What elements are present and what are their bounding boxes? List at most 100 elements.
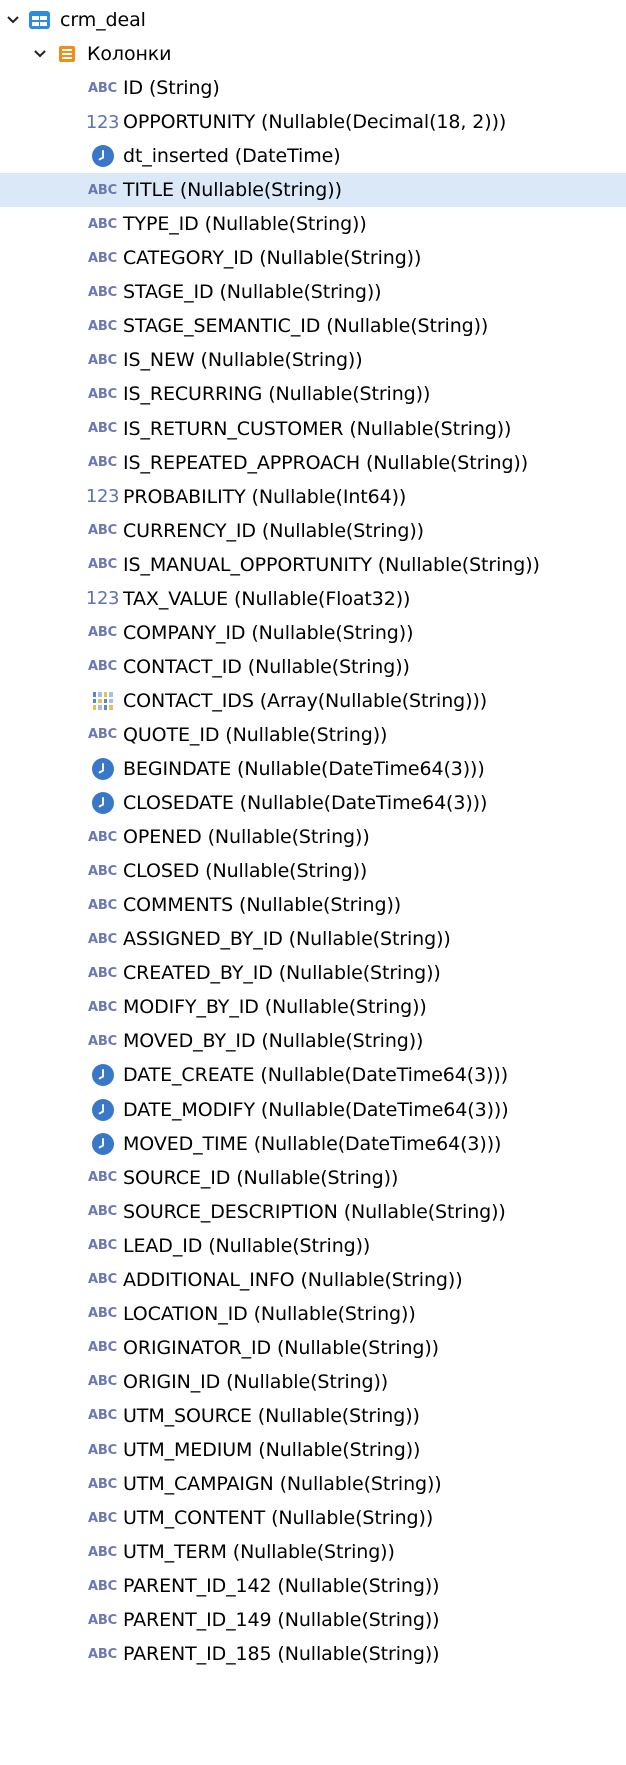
column-row[interactable]: ABC STAGE_SEMANTIC_ID (Nullable(String)) [0,309,626,343]
column-label: SOURCE_DESCRIPTION (Nullable(String)) [123,1200,506,1223]
column-row[interactable]: ABC STAGE_ID (Nullable(String)) [0,275,626,309]
column-label: UTM_CONTENT (Nullable(String)) [123,1507,434,1530]
column-row[interactable]: ABC CREATED_BY_ID (Nullable(String)) [0,956,626,990]
column-label: IS_RETURN_CUSTOMER (Nullable(String)) [123,417,512,440]
columns-folder-icon [53,42,80,66]
column-label: ORIGINATOR_ID (Nullable(String)) [123,1336,439,1359]
column-label: CLOSED (Nullable(String)) [123,860,368,883]
column-label: dt_inserted (DateTime) [123,145,341,168]
string-icon: ABC [88,1170,117,1186]
column-label: ASSIGNED_BY_ID (Nullable(String)) [123,928,451,951]
column-row[interactable]: ABC OPENED (Nullable(String)) [0,820,626,854]
string-icon: ABC [88,1612,117,1628]
column-row[interactable]: ABC IS_NEW (Nullable(String)) [0,343,626,377]
column-row[interactable]: ABC MOVED_BY_ID (Nullable(String)) [0,1024,626,1058]
column-row[interactable]: CLOSEDATE (Nullable(DateTime64(3))) [0,786,626,820]
column-row[interactable]: ABC IS_RECURRING (Nullable(String)) [0,377,626,411]
column-row[interactable]: MOVED_TIME (Nullable(DateTime64(3))) [0,1127,626,1161]
column-row[interactable]: ABC TYPE_ID (Nullable(String)) [0,207,626,241]
column-row[interactable]: ABC ORIGINATOR_ID (Nullable(String)) [0,1331,626,1365]
column-row[interactable]: 123 TAX_VALUE (Nullable(Float32)) [0,582,626,616]
column-label: ADDITIONAL_INFO (Nullable(String)) [123,1268,463,1291]
column-row[interactable]: ABC UTM_CAMPAIGN (Nullable(String)) [0,1467,626,1501]
string-icon: ABC [88,1544,117,1560]
column-row[interactable]: ABC CATEGORY_ID (Nullable(String)) [0,241,626,275]
column-label: UTM_SOURCE (Nullable(String)) [123,1404,420,1427]
string-icon: ABC [88,1442,117,1458]
datetime-icon [89,1098,116,1122]
column-row[interactable]: ABC TITLE (Nullable(String)) [0,173,626,208]
string-icon: ABC [88,284,117,300]
column-row[interactable]: ABC ADDITIONAL_INFO (Nullable(String)) [0,1263,626,1297]
column-row[interactable]: ABC IS_RETURN_CUSTOMER (Nullable(String)) [0,412,626,446]
string-icon: ABC [88,557,117,573]
column-row[interactable]: ABC LOCATION_ID (Nullable(String)) [0,1297,626,1331]
column-row[interactable]: ABC SOURCE_ID (Nullable(String)) [0,1161,626,1195]
string-icon: ABC [88,1510,117,1526]
column-row[interactable]: ABC CURRENCY_ID (Nullable(String)) [0,514,626,548]
column-row[interactable]: DATE_MODIFY (Nullable(DateTime64(3))) [0,1093,626,1127]
string-icon: ABC [88,1204,117,1220]
column-label: CLOSEDATE (Nullable(DateTime64(3))) [123,792,488,815]
column-label: UTM_CAMPAIGN (Nullable(String)) [123,1473,442,1496]
tree-node-crm-deal[interactable]: crm_deal [0,3,626,37]
chevron-down-icon[interactable] [31,45,49,63]
column-label: ID (String) [123,77,220,99]
column-label: MOVED_TIME (Nullable(DateTime64(3))) [123,1132,502,1155]
string-icon: ABC [88,727,117,743]
column-row[interactable]: ABC PARENT_ID_149 (Nullable(String)) [0,1603,626,1637]
column-row[interactable]: ABC UTM_MEDIUM (Nullable(String)) [0,1433,626,1467]
column-row[interactable]: ABC ORIGIN_ID (Nullable(String)) [0,1365,626,1399]
tree-node-columns-folder[interactable]: Колонки [0,37,626,71]
table-icon [26,8,53,32]
column-row[interactable]: ABC UTM_CONTENT (Nullable(String)) [0,1501,626,1535]
column-row[interactable]: ABC PARENT_ID_142 (Nullable(String)) [0,1569,626,1603]
column-row[interactable]: ABC ASSIGNED_BY_ID (Nullable(String)) [0,922,626,956]
column-label: COMMENTS (Nullable(String)) [123,894,402,917]
string-icon: ABC [88,1340,117,1356]
column-label: OPENED (Nullable(String)) [123,826,370,849]
column-row[interactable]: ABC CONTACT_ID (Nullable(String)) [0,650,626,684]
column-row[interactable]: ABC COMMENTS (Nullable(String)) [0,888,626,922]
string-icon: ABC [88,250,117,266]
chevron-down-icon[interactable] [4,11,22,29]
column-label: UTM_TERM (Nullable(String)) [123,1541,395,1564]
column-label: BEGINDATE (Nullable(DateTime64(3))) [123,758,485,780]
string-icon: ABC [88,897,117,913]
column-row[interactable]: CONTACT_IDS (Array(Nullable(String))) [0,684,626,718]
string-icon: ABC [88,999,117,1015]
column-row[interactable]: ABC IS_MANUAL_OPPORTUNITY (Nullable(Strin… [0,548,626,582]
column-row[interactable]: ABC QUOTE_ID (Nullable(String)) [0,718,626,752]
column-label: CURRENCY_ID (Nullable(String)) [123,519,424,542]
column-row[interactable]: 123 OPPORTUNITY (Nullable(Decimal(18, 2))… [0,105,626,139]
string-icon: ABC [88,182,117,198]
string-icon: ABC [88,625,117,641]
column-row[interactable]: dt_inserted (DateTime) [0,139,626,173]
column-label: IS_MANUAL_OPPORTUNITY (Nullable(String)) [123,553,540,576]
column-row[interactable]: ABC SOURCE_DESCRIPTION (Nullable(String)) [0,1195,626,1229]
column-label: LOCATION_ID (Nullable(String)) [123,1302,416,1325]
column-row[interactable]: ABC UTM_SOURCE (Nullable(String)) [0,1399,626,1433]
column-row[interactable]: ABC LEAD_ID (Nullable(String)) [0,1229,626,1263]
column-row[interactable]: 123 PROBABILITY (Nullable(Int64)) [0,480,626,514]
column-row[interactable]: ABC UTM_TERM (Nullable(String)) [0,1535,626,1569]
column-row[interactable]: ABC ID (String) [0,71,626,105]
column-row[interactable]: ABC COMPANY_ID (Nullable(String)) [0,616,626,650]
column-label: DATE_CREATE (Nullable(DateTime64(3))) [123,1064,509,1087]
column-row[interactable]: ABC IS_REPEATED_APPROACH (Nullable(String… [0,446,626,480]
string-icon: ABC [88,80,117,96]
column-row[interactable]: ABC CLOSED (Nullable(String)) [0,854,626,888]
column-label: OPPORTUNITY (Nullable(Decimal(18, 2))) [123,111,507,134]
tree-node-label: crm_deal [60,9,146,31]
column-row[interactable]: ABC PARENT_ID_185 (Nullable(String)) [0,1637,626,1671]
column-row[interactable]: BEGINDATE (Nullable(DateTime64(3))) [0,752,626,786]
number-icon: 123 [85,588,120,610]
string-icon: ABC [88,965,117,981]
datetime-icon [89,1132,116,1156]
number-icon: 123 [85,111,120,133]
column-row[interactable]: ABC MODIFY_BY_ID (Nullable(String)) [0,990,626,1024]
column-row[interactable]: DATE_CREATE (Nullable(DateTime64(3))) [0,1058,626,1092]
column-label: IS_NEW (Nullable(String)) [123,349,363,372]
column-label: CONTACT_IDS (Array(Nullable(String))) [123,689,488,712]
database-tree: crm_deal Колонки ABC ID (String) 123 OPPORT… [0,0,626,1765]
